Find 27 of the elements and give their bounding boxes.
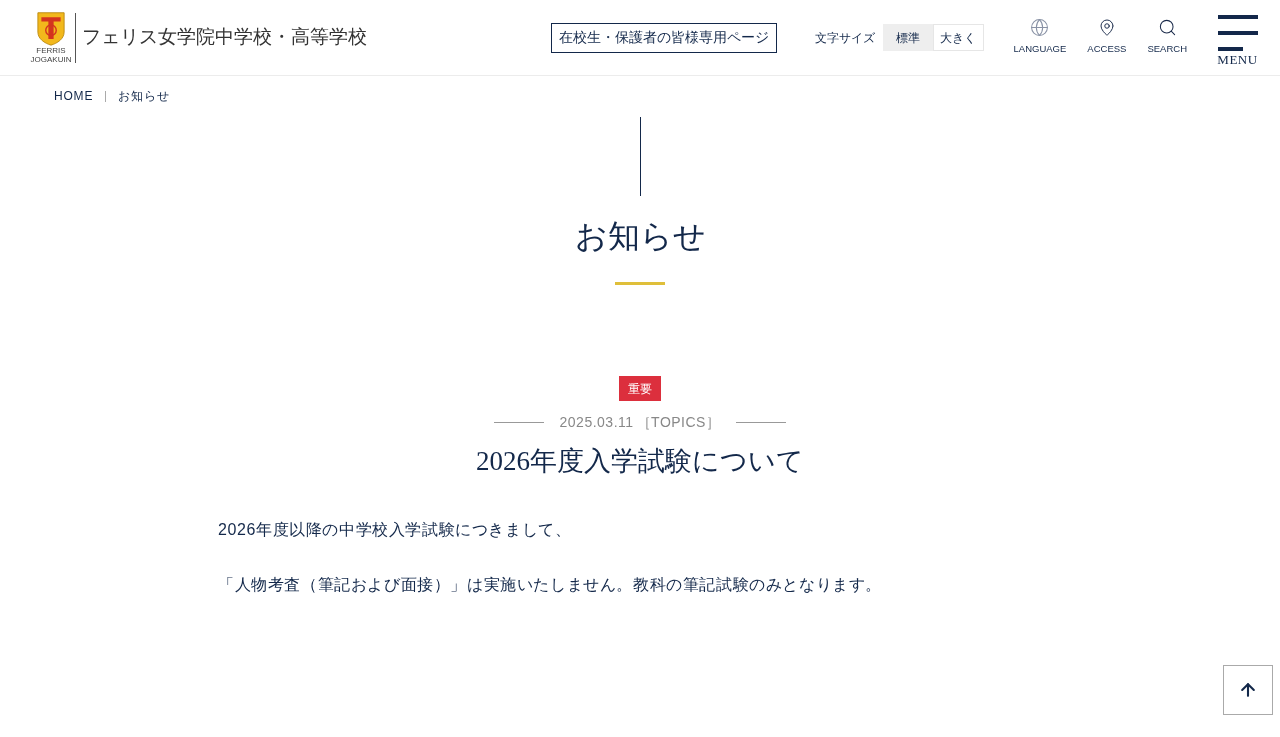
breadcrumb-link[interactable]: HOME — [54, 87, 94, 105]
header-nav-link[interactable]: ACCESS — [1087, 18, 1127, 57]
article-category: ［TOPICS］ — [636, 413, 721, 432]
page-title: お知らせ — [574, 217, 706, 256]
search-icon — [1157, 18, 1177, 38]
font-size-option[interactable]: 標準 — [882, 24, 933, 51]
breadcrumb-link[interactable]: お知らせ — [118, 87, 170, 105]
arrow-up-icon — [1238, 680, 1258, 700]
article-paragraph: 2026年度以降の中学校入学試験につきまして、 — [218, 520, 572, 540]
header-nav-link[interactable]: SEARCH — [1147, 18, 1187, 57]
menu-button[interactable]: MENU — [1217, 14, 1258, 67]
font-size-label: 文字サイズ — [814, 29, 875, 47]
crest-logo — [36, 11, 66, 46]
hamburger-menu-icon — [1217, 14, 1258, 51]
font-size-option[interactable]: 大きく — [932, 24, 984, 51]
article-paragraph: 「人物考査（筆記および面接）」は実施いたしません。教科の筆記試験のみとなります。 — [218, 575, 882, 595]
logo-text: FERRIS — [36, 46, 66, 55]
members-page-link[interactable]: 在校生・保護者の皆様専用ページ — [550, 22, 777, 53]
importance-badge: 重要 — [619, 376, 661, 401]
back-to-top-button[interactable] — [1223, 665, 1273, 715]
header-nav-link[interactable]: LANGUAGE — [1013, 18, 1067, 57]
logo-text: JOGAKUIN — [30, 55, 72, 64]
map-pin-icon — [1097, 18, 1116, 38]
article-title: 2026年度入学試験について — [476, 445, 804, 478]
article-date: 2025.03.11 — [559, 413, 634, 432]
globe-icon — [1030, 18, 1050, 38]
school-name: フェリス女学院中学校・高等学校 — [82, 25, 367, 50]
